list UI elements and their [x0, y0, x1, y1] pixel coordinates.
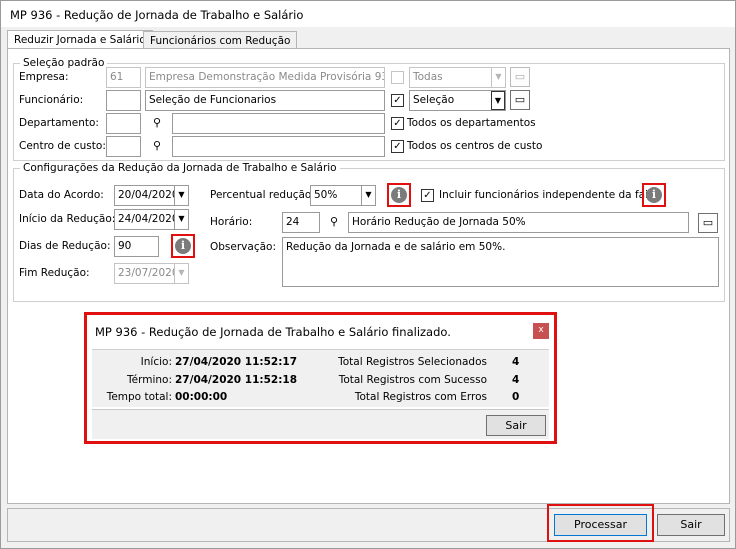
configuracoes-legend: Configurações da Redução da Jornada de T…: [23, 162, 337, 174]
percentual-select[interactable]: 50% ▼: [310, 185, 376, 206]
dialog-erros-value: 0: [512, 391, 520, 403]
inicio-reducao-label: Início da Redução:: [19, 213, 116, 225]
dialog-termino-value: 27/04/2020 11:52:18: [175, 374, 298, 386]
selection-list-icon[interactable]: ▭: [510, 67, 530, 87]
binoculars-icon[interactable]: ⚲: [147, 136, 167, 157]
empresa-todas-checkbox[interactable]: [391, 71, 404, 84]
funcionario-field[interactable]: Seleção de Funcionarios: [145, 90, 385, 111]
dialog-tempo-value: 00:00:00: [175, 391, 228, 403]
dias-reducao-label: Dias de Redução:: [19, 240, 111, 252]
observacao-field[interactable]: Redução da Jornada e de salário em 50%.: [282, 237, 719, 287]
dialog-footer: Sair: [92, 409, 549, 439]
dialog-tempo-label: Tempo total:: [106, 391, 172, 403]
data-acordo-field[interactable]: 20/04/2020 ▼: [114, 185, 189, 206]
centro-custo-all-label: Todos os centros de custo: [407, 140, 543, 152]
empresa-select-value: Todas: [413, 71, 443, 83]
dias-reducao-field[interactable]: 90: [114, 236, 159, 257]
centro-custo-checkbox[interactable]: ✓: [391, 140, 404, 153]
centro-custo-label: Centro de custo:: [19, 140, 106, 152]
bottom-bar: Processar Sair: [7, 504, 730, 542]
window-title: MP 936 - Redução de Jornada de Trabalho …: [1, 1, 735, 27]
binoculars-icon[interactable]: ⚲: [147, 113, 167, 134]
departamento-code-field[interactable]: [106, 113, 141, 134]
dialog-termino-label: Término:: [127, 374, 172, 386]
processar-highlight: Processar: [547, 504, 654, 542]
dialog-erros-label: Total Registros com Erros: [354, 391, 487, 403]
dialog-sucesso-label: Total Registros com Sucesso: [338, 374, 487, 386]
selection-list-icon[interactable]: ▭: [510, 90, 530, 110]
dialog-sucesso-value: 4: [512, 374, 520, 386]
incluir-funcionarios-label: Incluir funcionários independente da fai…: [439, 189, 661, 201]
finalizado-dialog: MP 936 - Redução de Jornada de Trabalho …: [84, 312, 557, 444]
empresa-code-field[interactable]: 61: [106, 67, 141, 88]
main-window: MP 936 - Redução de Jornada de Trabalho …: [0, 0, 736, 549]
funcionario-checkbox[interactable]: ✓: [391, 94, 404, 107]
data-acordo-label: Data do Acordo:: [19, 189, 104, 201]
dialog-inicio-value: 27/04/2020 11:52:17: [175, 356, 298, 368]
empresa-select[interactable]: Todas ▼: [409, 67, 506, 88]
percentual-label: Percentual redução:: [210, 189, 315, 201]
percentual-value: 50%: [314, 189, 338, 201]
binoculars-icon[interactable]: ⚲: [324, 212, 344, 233]
empresa-label: Empresa:: [19, 71, 69, 83]
empresa-name-field[interactable]: Empresa Demonstração Medida Provisória 9…: [145, 67, 385, 88]
selection-list-icon[interactable]: ▭: [698, 213, 718, 233]
dialog-sair-button[interactable]: Sair: [486, 415, 546, 436]
funcionario-label: Funcionário:: [19, 94, 84, 106]
dialog-inicio-label: Início:: [140, 356, 172, 368]
selecao-padrao-legend: Seleção padrão: [23, 57, 105, 69]
data-acordo-value: 20/04/2020: [118, 189, 179, 201]
dialog-selecionados-value: 4: [512, 356, 520, 368]
funcionario-select[interactable]: Seleção ▼: [409, 90, 506, 111]
departamento-field[interactable]: [172, 113, 385, 134]
percentual-info-highlight: i: [387, 183, 411, 207]
horario-label: Horário:: [210, 216, 253, 228]
dialog-title: MP 936 - Redução de Jornada de Trabalho …: [95, 325, 451, 339]
dias-info-highlight: i: [171, 234, 195, 258]
processar-button[interactable]: Processar: [554, 514, 647, 536]
dialog-selecionados-label: Total Registros Selecionados: [338, 356, 487, 368]
close-icon[interactable]: x: [533, 323, 549, 339]
fim-reducao-value: 23/07/2020: [118, 267, 179, 279]
incluir-funcionarios-checkbox[interactable]: ✓: [421, 189, 434, 202]
chevron-down-icon[interactable]: ▼: [491, 68, 505, 87]
chevron-down-icon[interactable]: ▼: [361, 186, 375, 205]
info-icon[interactable]: i: [646, 187, 662, 203]
info-icon[interactable]: i: [175, 238, 191, 254]
info-icon[interactable]: i: [391, 187, 407, 203]
chevron-down-icon[interactable]: ▼: [174, 186, 188, 205]
fim-reducao-field[interactable]: 23/07/2020 ▼: [114, 263, 189, 284]
chevron-down-icon[interactable]: ▼: [174, 264, 188, 283]
departamento-label: Departamento:: [19, 117, 99, 129]
inicio-reducao-field[interactable]: 24/04/2020 ▼: [114, 209, 189, 230]
chevron-down-icon[interactable]: ▼: [491, 91, 505, 110]
observacao-label: Observação:: [210, 241, 276, 253]
funcionario-code-field[interactable]: [106, 90, 141, 111]
centro-custo-code-field[interactable]: [106, 136, 141, 157]
horario-code-field[interactable]: 24: [282, 212, 320, 233]
inicio-reducao-value: 24/04/2020: [118, 213, 179, 225]
dialog-body: Início: 27/04/2020 11:52:17 Término: 27/…: [92, 349, 549, 407]
fim-reducao-label: Fim Redução:: [19, 267, 90, 279]
funcionario-select-value: Seleção: [413, 94, 455, 106]
departamento-all-label: Todos os departamentos: [407, 117, 536, 129]
departamento-checkbox[interactable]: ✓: [391, 117, 404, 130]
chevron-down-icon[interactable]: ▼: [174, 210, 188, 229]
centro-custo-field[interactable]: [172, 136, 385, 157]
horario-desc-field[interactable]: Horário Redução de Jornada 50%: [348, 212, 689, 233]
incluir-info-highlight: i: [642, 183, 666, 207]
sair-button[interactable]: Sair: [657, 514, 725, 536]
